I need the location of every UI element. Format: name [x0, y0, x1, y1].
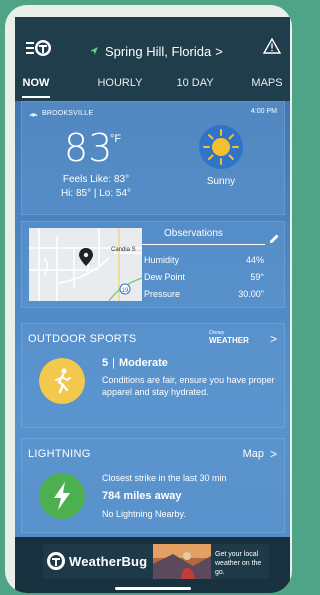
lightning-title: LIGHTNING	[28, 448, 91, 460]
street-map: 19	[29, 228, 142, 301]
tab-maps[interactable]: MAPS	[249, 71, 285, 95]
chevron-right-icon[interactable]: >	[270, 447, 277, 461]
obs-value: 59°	[250, 272, 264, 282]
chevron-right-icon[interactable]: >	[270, 332, 277, 346]
station-name: BROOKSVILLE	[42, 110, 94, 117]
station-label: BROOKSVILLE	[29, 110, 93, 117]
top-bar: Spring Hill, Florida >	[15, 17, 290, 67]
device-frame: Spring Hill, Florida > NOW HOURLY 10 DAY…	[5, 5, 292, 593]
obs-label: Pressure	[144, 289, 181, 299]
lightning-bolt-icon	[39, 473, 85, 519]
ad-brand: WeatherBug	[69, 554, 148, 569]
observation-row-pressure: Pressure 30.00"	[144, 289, 264, 299]
tab-10-day[interactable]: 10 DAY	[173, 71, 217, 95]
location-selector[interactable]: Spring Hill, Florida >	[89, 42, 239, 60]
outdoor-sports-card[interactable]: OUTDOOR SPORTS Disney WEATHER > 5 | Modera…	[21, 323, 285, 428]
index-separator: |	[112, 357, 115, 369]
lightning-card[interactable]: LIGHTNING Map > Closest strike in the la…	[21, 438, 285, 533]
app-screen: Spring Hill, Florida > NOW HOURLY 10 DAY…	[15, 17, 290, 593]
hi-lo: Hi: 85° | Lo: 54°	[60, 188, 132, 199]
location-arrow-icon	[90, 47, 98, 55]
runner-icon	[39, 358, 85, 404]
obs-value: 30.00"	[238, 289, 264, 299]
signal-icon	[29, 113, 38, 117]
tab-bar: NOW HOURLY 10 DAY MAPS	[15, 67, 290, 101]
temperature-unit: °F	[110, 133, 122, 145]
menu-bug-icon[interactable]	[26, 39, 52, 57]
sports-description: Conditions are fair, ensure you have pro…	[102, 375, 275, 397]
feels-like: Feels Like: 83°	[62, 174, 130, 185]
lightning-map-link[interactable]: Map	[243, 448, 264, 460]
lightning-description: Closest strike in the last 30 min	[102, 473, 227, 483]
edit-pencil-icon[interactable]	[269, 233, 280, 244]
ad-text: Get your local weather on the go.	[215, 551, 262, 576]
lightning-status: No Lightning Nearby.	[102, 509, 186, 519]
obs-value: 44%	[245, 255, 264, 265]
alert-triangle-icon[interactable]	[263, 38, 281, 54]
location-name: Spring Hill, Florida	[105, 43, 212, 59]
condition-text: Sunny	[206, 176, 236, 187]
observations-title: Observations	[164, 228, 223, 239]
chevron-right-icon: >	[215, 43, 223, 59]
observation-time: 4:00 PM	[250, 108, 277, 115]
sun-icon	[199, 125, 243, 169]
sports-index: 5 | Moderate	[102, 357, 168, 369]
ad-banner[interactable]: WeatherBug Get your local weather on the…	[15, 537, 290, 593]
ad-photo	[153, 544, 211, 579]
outdoor-sports-title: OUTDOOR SPORTS	[28, 333, 137, 345]
observation-map[interactable]: 19 Candia S	[29, 228, 142, 301]
observation-row-dew-point: Dew Point 59°	[144, 272, 264, 282]
ad-content[interactable]: WeatherBug Get your local weather on the…	[43, 544, 269, 579]
home-indicator	[115, 587, 191, 590]
map-street-label: Candia S	[111, 247, 136, 253]
svg-text:19: 19	[122, 288, 129, 294]
obs-label: Humidity	[144, 255, 180, 265]
disney-weather-logo: Disney WEATHER	[209, 330, 254, 348]
tab-now[interactable]: NOW	[22, 71, 50, 98]
observation-row-humidity: Humidity 44%	[144, 255, 264, 265]
observations-divider	[140, 244, 265, 245]
sponsor-name: WEATHER	[209, 336, 249, 345]
weatherbug-logo-icon	[47, 552, 65, 570]
tab-hourly[interactable]: HOURLY	[95, 71, 145, 95]
lightning-distance: 784 miles away	[102, 490, 182, 502]
index-rating: Moderate	[118, 357, 168, 369]
current-temperature: 83	[64, 126, 113, 170]
obs-label: Dew Point	[144, 272, 186, 282]
observations-card[interactable]: 19 Candia S Observations Humidity 44% De…	[21, 221, 285, 308]
current-conditions-card[interactable]: BROOKSVILLE 4:00 PM 83 °F Feels Like: 83…	[21, 101, 285, 215]
index-value: 5	[102, 357, 109, 369]
